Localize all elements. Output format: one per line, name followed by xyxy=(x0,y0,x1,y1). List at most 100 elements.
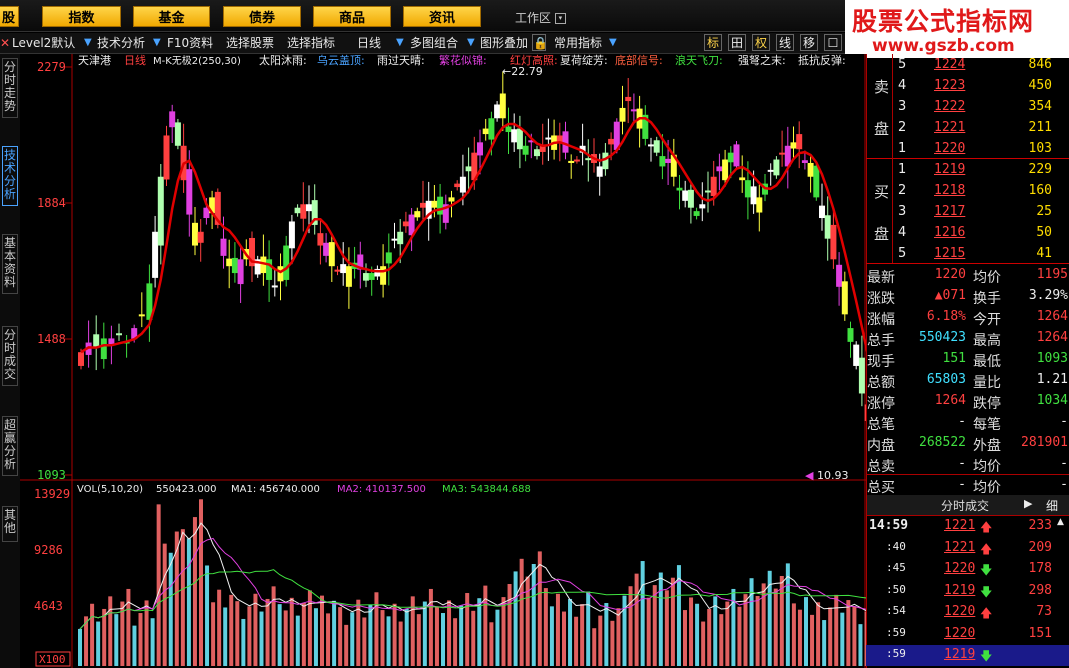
stat-value: 3.29% xyxy=(1028,288,1068,303)
candle-body xyxy=(294,207,301,214)
nav-news-button[interactable]: 资讯 xyxy=(403,6,481,27)
toolbar-overlay[interactable]: 图形叠加 xyxy=(480,33,528,53)
sell-level-row[interactable]: 3 1222 354 xyxy=(866,97,1069,118)
buy-level-row[interactable]: 1 1219 229 xyxy=(866,160,1069,181)
toolbar-multi-chart[interactable]: 多图组合 xyxy=(410,33,458,53)
stat-value: - xyxy=(958,456,966,471)
stat-value: - xyxy=(1060,456,1068,471)
candle-body xyxy=(152,231,159,278)
buy-label: 买 xyxy=(874,183,890,201)
workspace-dropdown-icon: ▾ xyxy=(554,13,566,24)
candle-body xyxy=(482,128,489,135)
tick-row[interactable]: 14:59 1221 🡅 233 xyxy=(866,516,1069,537)
dropdown-arrow-icon[interactable]: ▼ xyxy=(84,33,92,53)
candle-body xyxy=(790,142,797,149)
volume-bar xyxy=(543,588,548,666)
toolbar-select-stock[interactable]: 选择股票 xyxy=(226,33,274,53)
tab-time-share[interactable]: 分时走势 xyxy=(2,58,18,118)
stat-label: 今开 xyxy=(973,312,1001,328)
volume-bar xyxy=(574,616,579,666)
candle-body xyxy=(534,149,540,157)
volume-bar xyxy=(277,604,282,666)
buy-level-row[interactable]: 2 1218 160 xyxy=(866,181,1069,202)
volume-bar xyxy=(186,538,191,666)
close-icon[interactable]: ✕ xyxy=(0,33,10,53)
toolbar-period[interactable]: 日线 xyxy=(357,33,381,53)
volume-bar xyxy=(362,617,367,666)
indicator-tags: 太阳沐雨: 乌云盖顶: 雨过天晴: 繁花似锦: 红灯高照: 夏荷绽芳: 底部信号: 浪天飞刀:… xyxy=(259,54,846,67)
line-icon[interactable]: 线 xyxy=(776,34,794,51)
tick-row[interactable]: :50 1219 🡇 298 xyxy=(866,581,1069,602)
buy-level-row[interactable]: 3 1217 25 xyxy=(866,202,1069,223)
volume-bar xyxy=(295,615,300,666)
tick-row[interactable]: :40 1221 🡅 209 xyxy=(866,538,1069,559)
toolbar-level2-dropdown[interactable]: Level2默认 xyxy=(12,33,75,53)
volume-bar xyxy=(380,610,385,666)
price-tick: 2279 xyxy=(37,60,66,74)
toolbar-select-indicator[interactable]: 选择指标 xyxy=(287,33,335,53)
tick-row[interactable]: :59 1219 🡇 xyxy=(866,645,1069,666)
sell-level-row[interactable]: 4 1223 450 xyxy=(866,76,1069,97)
dropdown-arrow-icon[interactable]: ▼ xyxy=(467,33,475,53)
nav-fund-button[interactable]: 基金 xyxy=(133,6,210,27)
candle-body xyxy=(271,285,278,288)
grid-icon[interactable]: 田 xyxy=(728,34,746,51)
volume-bar xyxy=(434,606,439,666)
move-icon[interactable]: 移 xyxy=(800,34,818,51)
toolbar-f10[interactable]: F10资料 xyxy=(167,33,213,53)
tick-row[interactable]: :45 1220 🡇 178 xyxy=(866,559,1069,580)
mark-icon[interactable]: 标 xyxy=(704,34,722,51)
nav-partial-button[interactable]: 股 xyxy=(0,6,19,27)
candle-body xyxy=(573,159,580,162)
sell-level-row[interactable]: 5 1224 846 xyxy=(866,55,1069,76)
tick-row[interactable]: :54 1220 🡅 73 xyxy=(866,602,1069,623)
sell-level-row[interactable]: 2 1221 211 xyxy=(866,118,1069,139)
kline-chart[interactable]: 天津港 日线 M-K无极2(250,30) 太阳沐雨: 乌云盖顶: 雨过天晴: 繁花似… xyxy=(20,54,866,668)
candle-body xyxy=(676,187,683,191)
volume-bar xyxy=(495,609,500,666)
lock-icon[interactable]: 🔒 xyxy=(532,34,548,51)
tick-volume: 178 xyxy=(1028,561,1052,576)
tab-other[interactable]: 其他 xyxy=(2,506,18,542)
nav-bond-button[interactable]: 债券 xyxy=(223,6,301,27)
stat-label: 现手 xyxy=(867,354,895,370)
tab-basic-info[interactable]: 基本资料 xyxy=(2,234,18,294)
candle-body xyxy=(545,137,552,140)
tick-time: :54 xyxy=(886,604,906,617)
window-icon[interactable]: ☐ xyxy=(824,34,842,51)
volume-bar xyxy=(368,604,373,666)
sell-label: 卖 xyxy=(874,78,890,96)
tab-tick-deals[interactable]: 分时成交 xyxy=(941,497,989,514)
sell-level-row[interactable]: 1 1220 103 xyxy=(866,139,1069,160)
detail-button[interactable]: 细 xyxy=(1046,497,1058,514)
candle-body xyxy=(323,242,330,256)
indicator-tag: 底部信号: xyxy=(615,54,663,67)
volume-bar xyxy=(707,608,712,666)
candle-body xyxy=(277,266,284,282)
rights-icon[interactable]: 权 xyxy=(752,34,770,51)
dropdown-arrow-icon[interactable]: ▼ xyxy=(153,33,161,53)
tab-super-analysis[interactable]: 超赢分析 xyxy=(2,416,18,476)
toolbar-common-indicator[interactable]: 常用指标 xyxy=(554,33,602,53)
volume-bar xyxy=(816,602,821,666)
nav-index-button[interactable]: 指数 xyxy=(42,6,121,27)
level-number: 2 xyxy=(898,120,907,135)
nav-commodity-button[interactable]: 商品 xyxy=(313,6,391,27)
candle-body xyxy=(431,200,438,208)
tab-tech-analysis[interactable]: 技术分析 xyxy=(2,146,18,206)
volume-bar xyxy=(743,594,748,666)
indicator-tag: 繁花似锦: xyxy=(439,54,487,67)
toolbar-tech-analysis[interactable]: 技术分析 xyxy=(97,33,145,53)
play-icon[interactable]: ▶ xyxy=(1024,497,1032,510)
stat-label: 涨幅 xyxy=(867,312,895,328)
dropdown-arrow-icon[interactable]: ▼ xyxy=(609,33,617,53)
dropdown-arrow-icon[interactable]: ▼ xyxy=(396,33,404,53)
buy-level-row[interactable]: 4 1216 50 xyxy=(866,223,1069,244)
buy-level-row[interactable]: 5 1215 41 xyxy=(866,244,1069,265)
volume-bar xyxy=(634,573,639,666)
buy-price: 1219 xyxy=(934,162,966,177)
tab-tick-deals[interactable]: 分时成交 xyxy=(2,326,18,386)
tick-row[interactable]: :59 1220 151 xyxy=(866,624,1069,645)
tick-price: 1221 xyxy=(944,518,976,533)
workspace-menu[interactable]: 工作区 ▾ xyxy=(515,9,566,26)
